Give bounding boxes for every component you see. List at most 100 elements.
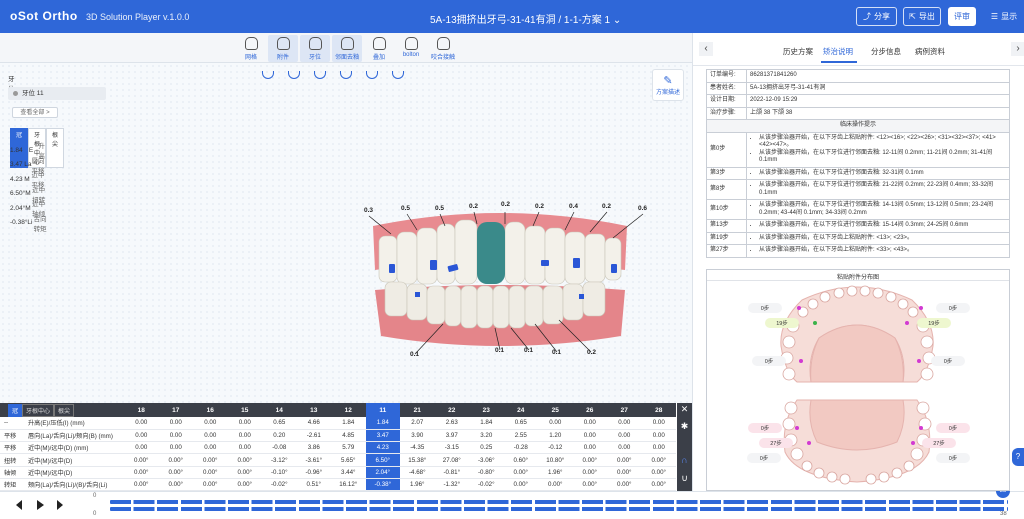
movement-value[interactable]: 0.00 [158, 417, 194, 430]
dental-model[interactable]: 0.3 0.5 0.5 0.2 0.2 0.2 0.4 0.2 0.6 0.1 … [345, 190, 655, 380]
review-button[interactable]: 评审 [948, 7, 976, 26]
movement-value[interactable]: 0.00° [227, 466, 263, 479]
document-title-dropdown[interactable]: 5A-13拥挤出牙弓-31-41有洞 / 1-1-方案 1 ⌄ [430, 11, 621, 26]
movement-value[interactable]: -3.12° [262, 453, 297, 467]
movement-value[interactable]: -2.61 [296, 429, 332, 443]
table-tab-crown[interactable]: 冠 [8, 403, 23, 417]
view-back-icon[interactable] [366, 71, 378, 79]
movement-value[interactable]: -0.10° [262, 466, 297, 479]
movement-value[interactable]: 0.00° [503, 466, 539, 479]
view-front-icon[interactable] [314, 71, 326, 79]
movement-value[interactable]: 0.00° [158, 466, 194, 479]
movement-value[interactable]: -1.32° [434, 478, 470, 492]
upper-jaw-icon[interactable]: ∩ [677, 455, 692, 465]
share-button[interactable]: ⤴ 分享 [856, 7, 897, 26]
tool-occlusal-contact[interactable]: 咬合接触 [428, 35, 458, 62]
movement-value[interactable]: 0.00° [193, 466, 228, 479]
table-tab-root-center[interactable]: 牙根中心 [22, 403, 55, 417]
prev-step-icon[interactable] [16, 500, 22, 510]
movement-value[interactable]: 1.84 [365, 417, 401, 430]
tab-history-plan[interactable]: 历史方案 [783, 46, 813, 57]
tooth-header[interactable]: 14 [262, 403, 297, 417]
view-lower-icon[interactable] [392, 71, 404, 79]
tool-bolton[interactable]: bolton [396, 35, 426, 62]
movement-value[interactable]: 0.00° [124, 478, 159, 492]
tooth-header[interactable]: 27 [607, 403, 642, 417]
movement-value[interactable]: 0.00° [572, 466, 608, 479]
movement-value[interactable]: 0.00° [572, 453, 608, 467]
movement-value[interactable]: 1.20 [538, 429, 573, 443]
movement-value[interactable]: -4.35 [400, 441, 435, 455]
movement-value[interactable]: 0.00° [607, 478, 642, 492]
movement-value[interactable]: 0.00 [124, 417, 159, 430]
movement-value[interactable]: 0.25 [469, 441, 504, 455]
movement-value[interactable]: 0.60° [503, 453, 539, 467]
movement-value[interactable]: -4.68° [400, 466, 435, 479]
movement-value[interactable]: 0.00 [227, 429, 263, 443]
movement-value[interactable]: 6.50° [365, 453, 401, 467]
view-left-icon[interactable] [288, 71, 300, 79]
movement-value[interactable]: 1.96° [400, 478, 435, 492]
tool-overlay[interactable]: 叠加 [364, 35, 394, 62]
movement-value[interactable]: 0.00° [124, 466, 159, 479]
movement-value[interactable]: 3.86 [296, 441, 332, 455]
movement-value[interactable]: 0.65 [503, 417, 539, 430]
movement-value[interactable]: 0.00° [124, 453, 159, 467]
movement-value[interactable]: 3.90 [400, 429, 435, 443]
movement-value[interactable]: 2.63 [434, 417, 470, 430]
chevron-right-icon[interactable]: › [1011, 42, 1024, 56]
movement-value[interactable]: 10.80° [538, 453, 573, 467]
movement-value[interactable]: 0.00° [607, 466, 642, 479]
movement-value[interactable]: 0.00 [572, 441, 608, 455]
movement-value[interactable]: 1.84 [469, 417, 504, 430]
movement-value[interactable]: 0.00 [124, 429, 159, 443]
movement-value[interactable]: 4.66 [296, 417, 332, 430]
tool-tooth-position[interactable]: 牙位 [300, 35, 330, 62]
movement-value[interactable]: -0.38° [365, 478, 401, 492]
movement-value[interactable]: 0.00° [227, 453, 263, 467]
plan-description-button[interactable]: ✎ 方案描述 [652, 69, 684, 101]
step-slider[interactable] [110, 500, 1008, 511]
tooth-header[interactable]: 26 [572, 403, 608, 417]
lower-jaw-icon[interactable]: ∪ [677, 473, 692, 484]
close-icon[interactable]: ✕ [677, 404, 692, 415]
tab-step-info[interactable]: 分步信息 [871, 46, 901, 57]
movement-value[interactable]: 0.00 [538, 417, 573, 430]
chevron-left-icon[interactable]: ‹ [699, 42, 713, 56]
movement-value[interactable]: 0.00° [503, 478, 539, 492]
movement-value[interactable]: 0.00° [641, 478, 677, 492]
movement-value[interactable]: 2.55 [503, 429, 539, 443]
movement-value[interactable]: 2.04° [365, 466, 401, 479]
movement-value[interactable]: 3.44° [331, 466, 366, 479]
display-button[interactable]: ☰ 显示 [984, 7, 1024, 26]
movement-value[interactable]: 2.07 [400, 417, 435, 430]
movement-value[interactable]: -3.06° [469, 453, 504, 467]
movement-value[interactable]: 0.00° [193, 478, 228, 492]
lower-step-track[interactable] [110, 507, 1008, 511]
movement-value[interactable]: -0.80° [469, 466, 504, 479]
pin-icon[interactable]: ✱ [677, 421, 692, 432]
movement-value[interactable]: 0.00 [641, 429, 677, 443]
movement-value[interactable]: 0.00° [227, 478, 263, 492]
tooth-header[interactable]: 13 [296, 403, 332, 417]
movement-value[interactable]: 0.00° [641, 453, 677, 467]
movement-value[interactable]: 0.00° [158, 453, 194, 467]
movement-value[interactable]: 0.00 [572, 417, 608, 430]
tooth-header-selected[interactable]: 11 [365, 403, 401, 417]
tooth-header[interactable]: 23 [469, 403, 504, 417]
tooth-header[interactable]: 17 [158, 403, 194, 417]
movement-value[interactable]: -0.81° [434, 466, 470, 479]
view-right-icon[interactable] [340, 71, 352, 79]
tooth-header[interactable]: 12 [331, 403, 366, 417]
movement-value[interactable]: 0.00 [227, 441, 263, 455]
movement-value[interactable]: 3.97 [434, 429, 470, 443]
movement-value[interactable]: 15.38° [400, 453, 435, 467]
table-tab-apex[interactable]: 根尖 [54, 403, 75, 417]
movement-value[interactable]: 0.20 [262, 429, 297, 443]
movement-value[interactable]: 3.20 [469, 429, 504, 443]
movement-value[interactable]: -0.02° [469, 478, 504, 492]
tooth-header[interactable]: 24 [503, 403, 539, 417]
movement-value[interactable]: 0.00 [607, 417, 642, 430]
tooth-header[interactable]: 28 [641, 403, 677, 417]
view-upper-icon[interactable] [262, 71, 274, 79]
